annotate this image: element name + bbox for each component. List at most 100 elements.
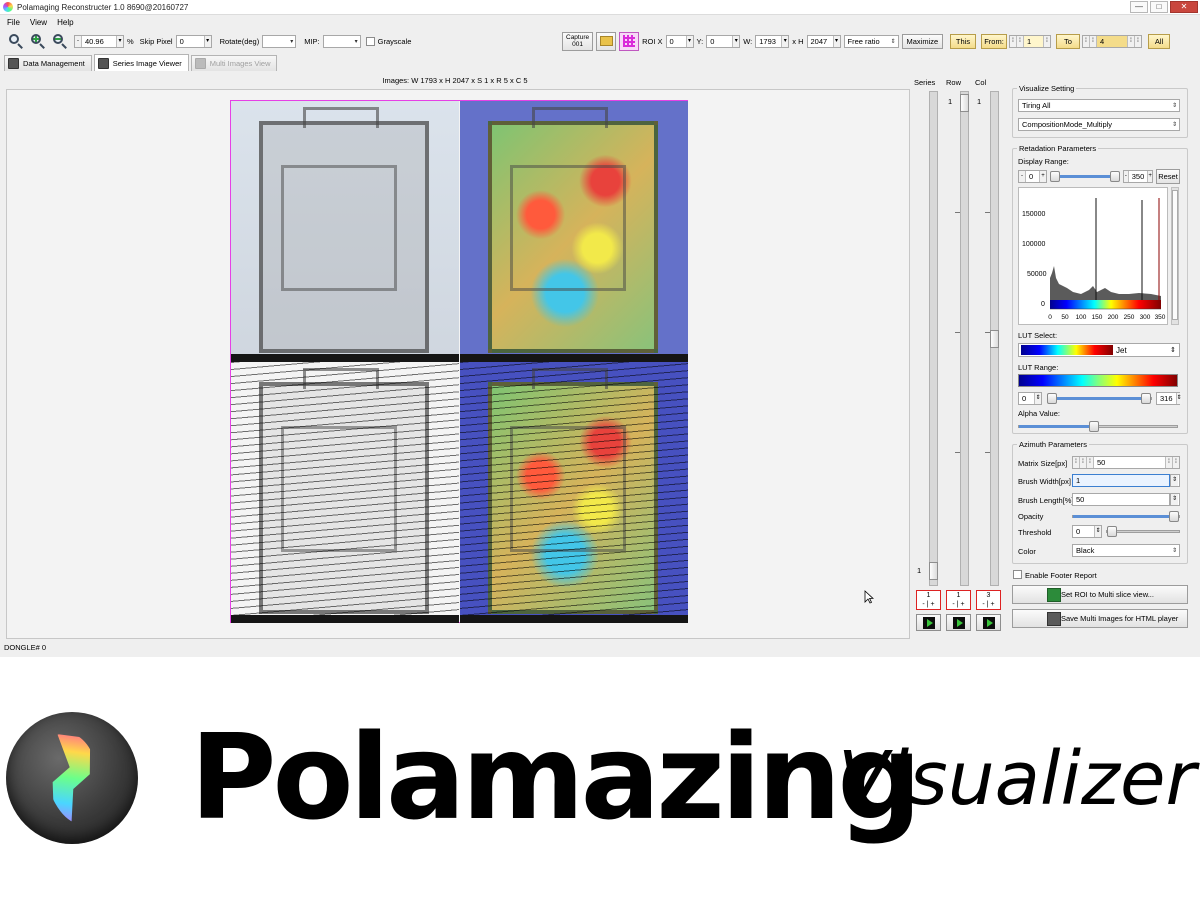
grayscale-checkbox[interactable] (365, 36, 375, 46)
roi-w-arrow[interactable]: ▾ (781, 35, 789, 47)
histogram-scrollbar[interactable] (1171, 187, 1179, 325)
threshold-stepper[interactable]: 0 ⇕ (1072, 525, 1102, 538)
skip-pixel-arrow[interactable]: ▾ (203, 35, 211, 47)
zoom-out-icon[interactable] (52, 33, 68, 49)
display-min-increment[interactable]: + (1039, 171, 1046, 182)
matrix-first[interactable]: ⁞ (1073, 457, 1080, 468)
to-first[interactable]: ⁞ (1083, 35, 1090, 47)
display-range-min-thumb[interactable] (1050, 171, 1060, 182)
to-stepper[interactable]: ⁞ ⁞ 4 ⁞ ⁞ (1082, 34, 1142, 48)
series-slider-thumb[interactable] (929, 562, 938, 580)
roi-w-value[interactable]: 1793 (756, 37, 781, 46)
composition-select[interactable]: CompositionMode_Multiply ⇕ (1018, 118, 1180, 131)
brush-color-select[interactable]: Black ⇕ (1072, 544, 1180, 557)
lut-select[interactable]: Jet ⇕ (1018, 343, 1180, 357)
rotate-select[interactable]: ▾ (262, 34, 297, 48)
matrix-size-stepper[interactable]: ⁞ ⁞ ⁞ 50 ⁞ ⁞ (1072, 456, 1180, 469)
zoom-increment[interactable]: ▾ (116, 35, 123, 47)
series-current-stepper[interactable]: 1- | + (916, 590, 941, 610)
ratio-select[interactable]: Free ratio ⇕ (843, 34, 899, 48)
maximize-button[interactable]: □ (1150, 1, 1168, 13)
menu-file[interactable]: File (7, 18, 20, 27)
menu-view[interactable]: View (30, 18, 47, 27)
footer-report-checkbox[interactable] (1013, 570, 1022, 579)
lut-range-max-thumb[interactable] (1141, 393, 1151, 404)
close-button[interactable]: ✕ (1170, 1, 1198, 13)
display-min-decrement[interactable]: - (1019, 171, 1026, 182)
histogram-scroll-thumb[interactable] (1172, 190, 1178, 320)
opacity-thumb[interactable] (1169, 511, 1179, 522)
tab-data-management[interactable]: Data Management (4, 55, 92, 71)
from-value[interactable]: 1 (1024, 37, 1043, 46)
from-button[interactable]: From: (981, 33, 1007, 49)
lut-min-arrow[interactable]: ⇕ (1034, 393, 1041, 404)
threshold-thumb[interactable] (1107, 526, 1117, 537)
lut-range-min-thumb[interactable] (1047, 393, 1057, 404)
matrix-prev[interactable]: ⁞ (1080, 457, 1087, 468)
row-current-stepper[interactable]: 1- | + (946, 590, 971, 610)
brush-length-arrows[interactable]: ⇕ (1170, 493, 1180, 506)
zoom-value[interactable]: 40.96 (82, 37, 116, 46)
matrix-down[interactable]: ⁞ (1087, 457, 1094, 468)
opacity-slider[interactable] (1072, 511, 1180, 522)
matrix-up[interactable]: ⁞ (1165, 457, 1172, 468)
col-slider-thumb[interactable] (990, 330, 999, 348)
roi-y-arrow[interactable]: ▾ (732, 35, 740, 47)
tile-intensity[interactable] (231, 101, 459, 362)
series-play-button[interactable] (916, 614, 941, 631)
roi-x-stepper[interactable]: 0 ▾ (665, 34, 694, 48)
display-min-value[interactable]: 0 (1026, 172, 1039, 181)
tile-composite[interactable] (460, 362, 688, 623)
zoom-in-icon[interactable] (30, 33, 46, 49)
threshold-arrow[interactable]: ⇕ (1094, 526, 1101, 537)
tab-multi-images-view[interactable]: Multi Images View (190, 55, 278, 71)
alpha-slider[interactable] (1018, 421, 1178, 432)
from-stepper[interactable]: ⁞ ⁞ 1 ⁞ (1009, 34, 1051, 48)
save-multi-images-button[interactable]: Save Multi Images for HTML player (1012, 609, 1188, 628)
tab-series-image-viewer[interactable]: Series Image Viewer (93, 54, 189, 71)
tile-retardation[interactable] (460, 101, 688, 362)
roi-w-stepper[interactable]: 1793 ▾ (755, 34, 790, 48)
image-mosaic[interactable] (230, 100, 688, 623)
roi-x-value[interactable]: 0 (667, 37, 686, 46)
open-folder-button[interactable] (596, 31, 617, 51)
display-min-stepper[interactable]: -0 + (1018, 170, 1047, 183)
to-button[interactable]: To (1056, 33, 1080, 49)
series-slider[interactable] (929, 91, 938, 586)
display-max-value[interactable]: 350 (1129, 172, 1148, 181)
tile-azimuth[interactable] (231, 362, 459, 623)
roi-y-value[interactable]: 0 (707, 37, 732, 46)
row-play-button[interactable] (946, 614, 971, 631)
lut-min-stepper[interactable]: 0 ⇕ (1018, 392, 1042, 405)
to-value[interactable]: 4 (1097, 37, 1127, 46)
retardation-histogram[interactable]: 150000 100000 50000 0 0 50 100 150 200 2… (1018, 187, 1168, 325)
brush-width-input[interactable]: 1 (1072, 474, 1170, 487)
row-slider[interactable] (955, 91, 969, 586)
mip-select[interactable]: ▾ (322, 34, 361, 48)
to-prev[interactable]: ⁞ (1090, 35, 1097, 47)
this-button[interactable]: This (950, 33, 976, 49)
lut-max-arrow[interactable]: ⇕ (1175, 393, 1182, 404)
reset-range-button[interactable]: Reset (1156, 169, 1180, 184)
col-slider[interactable] (985, 91, 999, 586)
maximize-roi-button[interactable]: Maximize (901, 33, 944, 49)
zoom-decrement[interactable]: - (75, 35, 82, 47)
roi-x-arrow[interactable]: ▾ (685, 35, 693, 47)
tiling-select[interactable]: Tiring All ⇕ (1018, 99, 1180, 112)
capture-button[interactable]: Capture 001 (562, 31, 594, 51)
lut-range-slider[interactable] (1047, 393, 1152, 404)
row-slider-thumb[interactable] (960, 94, 969, 112)
matrix-size-value[interactable]: 50 (1094, 458, 1165, 467)
roi-grid-button[interactable] (619, 31, 640, 51)
skip-pixel-value[interactable]: 0 (177, 37, 204, 46)
skip-pixel-stepper[interactable]: 0 ▾ (175, 34, 212, 48)
to-last[interactable]: ⁞ (1134, 35, 1141, 47)
lut-max-stepper[interactable]: 316 ⇕ (1156, 392, 1182, 405)
display-max-increment[interactable]: + (1147, 171, 1152, 182)
matrix-last[interactable]: ⁞ (1172, 457, 1179, 468)
from-first[interactable]: ⁞ (1010, 35, 1017, 47)
brush-length-input[interactable]: 50 (1072, 493, 1170, 506)
to-next[interactable]: ⁞ (1127, 35, 1134, 47)
threshold-slider[interactable] (1106, 526, 1180, 537)
display-max-stepper[interactable]: -350 + (1123, 170, 1153, 183)
